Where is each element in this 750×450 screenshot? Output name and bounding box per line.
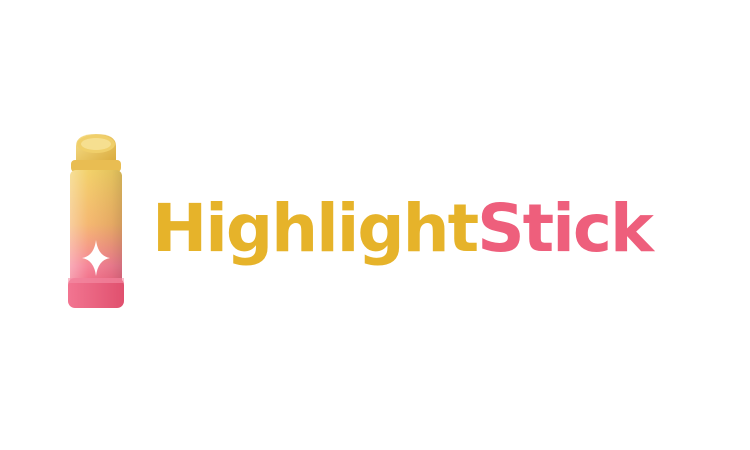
brand-word-stick: Stick: [477, 190, 654, 267]
brand-word-highlight: Highlight: [152, 190, 479, 267]
logo-canvas: Highlight Stick: [0, 0, 750, 450]
brand-wordmark: Highlight Stick: [152, 184, 654, 274]
highlighter-stick-icon: [68, 134, 124, 308]
